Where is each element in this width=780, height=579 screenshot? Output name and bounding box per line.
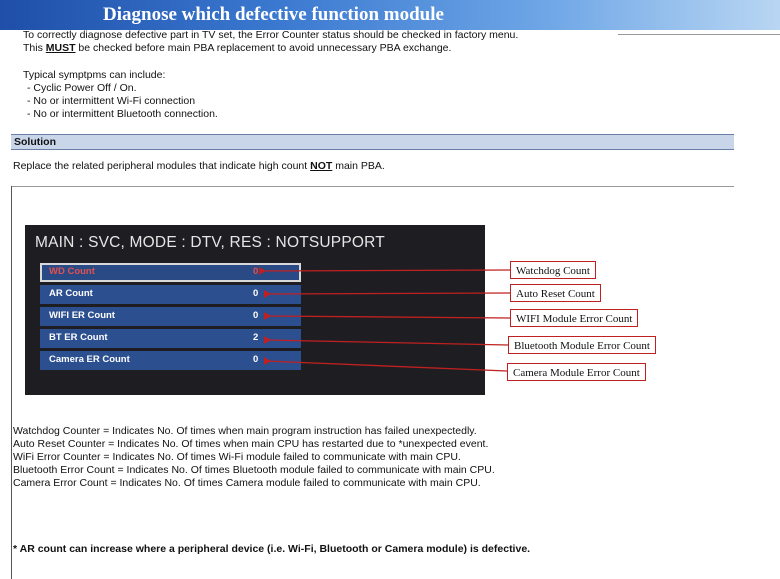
callout-auto-reset: Auto Reset Count — [510, 284, 601, 302]
tv-menu-row-value: 2 — [253, 332, 259, 343]
symptom-item: - Cyclic Power Off / On. — [27, 82, 137, 94]
symptom-item: - No or intermittent Bluetooth connectio… — [27, 108, 218, 120]
tv-menu-row-camera: Camera ER Count 0 — [40, 351, 301, 370]
tv-menu-row-value: 0 — [253, 266, 259, 277]
tv-menu-row-value: 0 — [253, 310, 259, 321]
tv-menu-row-label: AR Count — [49, 288, 93, 299]
solution-text: Replace the related peripheral modules t… — [13, 160, 385, 172]
tv-menu-header: MAIN : SVC, MODE : DTV, RES : NOTSUPPORT — [35, 234, 385, 251]
must-emphasis: MUST — [45, 42, 76, 54]
title-banner: Diagnose which defective function module — [0, 0, 780, 30]
tv-menu-row-label: BT ER Count — [49, 332, 108, 343]
callout-watchdog: Watchdog Count — [510, 261, 596, 279]
tv-menu-row-bt: BT ER Count 2 — [40, 329, 301, 348]
callout-wifi: WIFI Module Error Count — [510, 309, 639, 327]
divider — [618, 34, 780, 35]
solution-header: Solution — [11, 134, 734, 150]
definition-line: Bluetooth Error Count = Indicates No. Of… — [13, 464, 495, 476]
tv-menu-row-label: WIFI ER Count — [49, 310, 115, 321]
frame-line — [11, 186, 12, 579]
divider — [11, 186, 734, 187]
tv-menu-row-value: 0 — [253, 354, 259, 365]
not-emphasis: NOT — [310, 160, 333, 172]
callout-bluetooth: Bluetooth Module Error Count — [508, 336, 656, 354]
intro-line-1: To correctly diagnose defective part in … — [23, 29, 519, 41]
solution-label: Solution — [14, 136, 56, 148]
definition-line: Camera Error Count = Indicates No. Of ti… — [13, 477, 481, 489]
page-title: Diagnose which defective function module — [103, 4, 444, 25]
tv-menu-row-label: Camera ER Count — [49, 354, 130, 365]
tv-menu-row-wifi: WIFI ER Count 0 — [40, 307, 301, 326]
symptoms-heading: Typical symptpms can include: — [23, 69, 166, 81]
tv-menu-row-ar: AR Count 0 — [40, 285, 301, 304]
definition-line: Auto Reset Counter = Indicates No. Of ti… — [13, 438, 489, 450]
tv-menu-row-wd: WD Count 0 — [40, 263, 301, 282]
callout-camera: Camera Module Error Count — [507, 363, 646, 381]
tv-service-menu-photo: MAIN : SVC, MODE : DTV, RES : NOTSUPPORT… — [25, 225, 485, 395]
definition-line: Watchdog Counter = Indicates No. Of time… — [13, 425, 477, 437]
definition-line: WiFi Error Counter = Indicates No. Of ti… — [13, 451, 461, 463]
intro-line-2: This MUST be checked before main PBA rep… — [23, 42, 452, 54]
footnote: * AR count can increase where a peripher… — [13, 543, 531, 555]
tv-menu-row-value: 0 — [253, 288, 259, 299]
tv-menu-row-label: WD Count — [49, 266, 95, 277]
symptom-item: - No or intermittent Wi-Fi connection — [27, 95, 196, 107]
